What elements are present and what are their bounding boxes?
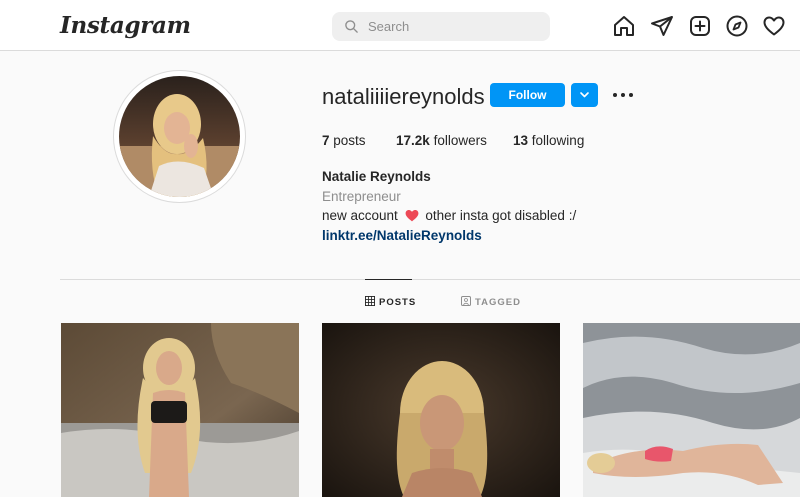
post-photo-beach-rocks xyxy=(61,323,299,497)
profile-category: Entrepreneur xyxy=(322,189,401,204)
post-thumbnail[interactable] xyxy=(583,323,800,497)
followers-count: 17.2k xyxy=(396,133,430,148)
chevron-down-icon xyxy=(580,92,589,98)
followers-stat[interactable]: 17.2k followers xyxy=(396,133,487,148)
profile-external-link[interactable]: linktr.ee/NatalieReynolds xyxy=(322,228,482,243)
instagram-logo[interactable]: Instagram xyxy=(60,12,191,39)
more-dot-icon xyxy=(613,93,617,97)
more-dot-icon xyxy=(629,93,633,97)
tab-tagged-label: TAGGED xyxy=(475,297,521,308)
posts-count: 7 xyxy=(322,133,330,148)
tabs-divider xyxy=(60,279,800,280)
tab-posts-label: POSTS xyxy=(379,297,417,308)
active-tab-indicator xyxy=(365,279,412,280)
red-heart-emoji-icon xyxy=(405,209,418,222)
direct-message-icon[interactable] xyxy=(650,14,674,38)
avatar-photo xyxy=(119,76,240,197)
more-dot-icon xyxy=(621,93,625,97)
home-icon[interactable] xyxy=(612,14,636,38)
more-options-button[interactable] xyxy=(610,86,636,104)
profile-avatar[interactable] xyxy=(119,76,240,197)
profile-bio: new account other insta got disabled :/ xyxy=(322,208,576,223)
new-post-icon[interactable] xyxy=(688,14,712,38)
search-icon xyxy=(345,20,358,33)
post-photo-ocean xyxy=(583,323,800,497)
grid-icon xyxy=(364,295,376,307)
top-navigation-bar: Instagram Search xyxy=(0,0,800,51)
bio-text-end: other insta got disabled :/ xyxy=(425,208,577,223)
following-label: following xyxy=(531,133,585,148)
explore-icon[interactable] xyxy=(725,14,749,38)
posts-label: posts xyxy=(333,133,366,148)
search-box[interactable]: Search xyxy=(332,12,550,41)
profile-full-name: Natalie Reynolds xyxy=(322,169,431,184)
post-photo-portrait xyxy=(322,323,560,497)
tab-tagged[interactable]: TAGGED xyxy=(461,296,521,308)
tagged-icon xyxy=(461,296,472,307)
following-count: 13 xyxy=(513,133,529,148)
suggested-accounts-dropdown-button[interactable] xyxy=(571,83,598,107)
post-thumbnail[interactable] xyxy=(322,323,560,497)
follow-button[interactable]: Follow xyxy=(490,83,565,107)
post-thumbnail[interactable] xyxy=(61,323,299,497)
followers-label: followers xyxy=(433,133,487,148)
posts-stat: 7 posts xyxy=(322,133,366,148)
bio-text-start: new account xyxy=(322,208,398,223)
following-stat[interactable]: 13 following xyxy=(513,133,584,148)
profile-username: nataliiiiereynolds xyxy=(322,84,485,109)
search-placeholder: Search xyxy=(368,19,410,34)
tab-posts[interactable]: POSTS xyxy=(364,295,417,308)
activity-heart-icon[interactable] xyxy=(762,14,786,38)
